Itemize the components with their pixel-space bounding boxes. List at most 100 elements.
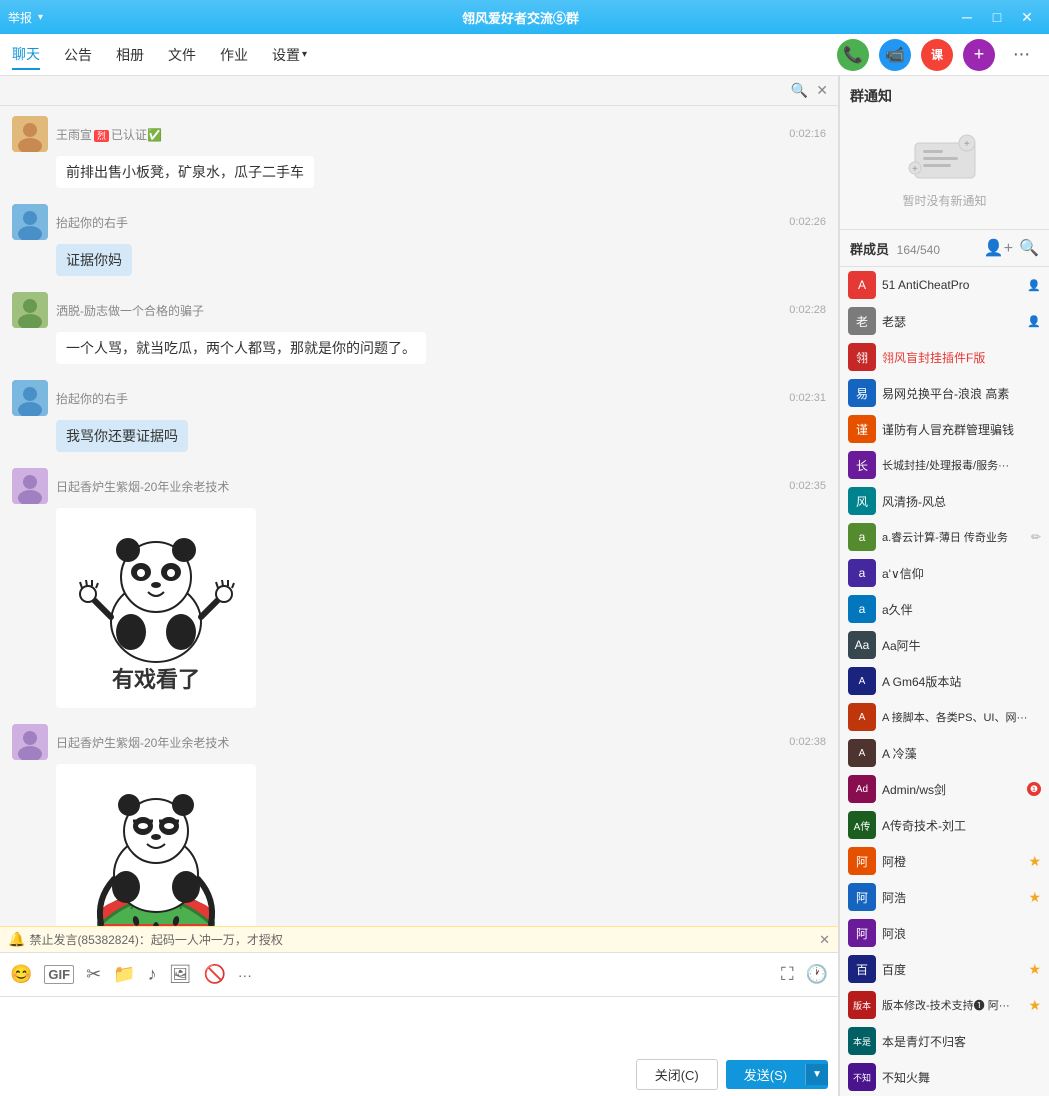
members-header: 群成员 164/540 👤+ 🔍	[840, 230, 1049, 267]
right-panel: 群通知 + + 暂时没有新通知	[839, 76, 1049, 1096]
report-arrow-icon[interactable]: ▾	[38, 12, 43, 23]
course-icon-btn[interactable]: 课	[921, 39, 953, 71]
folder-icon[interactable]: 📁	[113, 964, 135, 985]
notice-empty-icon: + +	[905, 128, 985, 188]
list-item[interactable]: 风 风清扬-风总	[840, 483, 1049, 519]
avatar	[12, 724, 48, 760]
list-item[interactable]: 易 易网兑换平台-浪浪 高素	[840, 375, 1049, 411]
add-member-icon[interactable]: 👤+	[984, 238, 1013, 258]
nav-items: 聊天 公告 相册 文件 作业 设置 ▾	[12, 40, 307, 70]
member-name: A 冷藻	[882, 745, 1041, 762]
minimize-button[interactable]: ─	[953, 5, 981, 29]
msg-header: 日起香炉生紫烟-20年业余老技术 0:02:38	[12, 724, 826, 760]
settings-arrow-icon: ▾	[302, 49, 307, 60]
msg-bubble: 一个人骂，就当吃瓜，两个人都骂，那就是你的问题了。	[56, 332, 426, 364]
list-item[interactable]: A传 A传奇技术-刘工	[840, 807, 1049, 843]
block-icon[interactable]: 🚫	[203, 964, 225, 985]
avatar: A	[848, 667, 876, 695]
more-toolbar-icon[interactable]: ···	[238, 967, 252, 983]
music-icon[interactable]: ♪	[148, 964, 157, 985]
restore-button[interactable]: □	[983, 5, 1011, 29]
msg-time: 0:02:31	[789, 392, 826, 404]
message-row: 日起香炉生紫烟-20年业余老技术 0:02:38	[12, 724, 826, 926]
list-item[interactable]: Ad Admin/ws剑 ❶	[840, 771, 1049, 807]
message-row: 抬起你的右手 0:02:31 我骂你还要证据吗	[12, 380, 826, 452]
msg-body: 我骂你还要证据吗	[56, 420, 826, 452]
msg-header: 洒脱-励志做一个合格的骗子 0:02:28	[12, 292, 826, 328]
nav-homework[interactable]: 作业	[220, 41, 248, 69]
msg-body	[56, 764, 826, 926]
member-edit-icon[interactable]: ✏	[1031, 530, 1041, 544]
search-message-icon[interactable]: 🔍	[787, 82, 812, 99]
member-name: a久伴	[882, 601, 1041, 618]
avatar: 不知	[848, 1063, 876, 1091]
avatar	[12, 292, 48, 328]
list-item[interactable]: 长 长城封挂/处理报毒/服务···	[840, 447, 1049, 483]
close-button[interactable]: ✕	[1013, 5, 1041, 29]
cut-icon[interactable]: ✂	[86, 964, 101, 985]
phone-icon-btn[interactable]: 📞	[837, 39, 869, 71]
report-label[interactable]: 举报	[8, 9, 32, 26]
avatar: 百	[848, 955, 876, 983]
send-arrow-button[interactable]: ▼	[805, 1064, 828, 1085]
message-row: 日起香炉生紫烟-20年业余老技术 0:02:35	[12, 468, 826, 708]
list-item[interactable]: 阿 阿橙 ★	[840, 843, 1049, 879]
member-name: 版本修改-技术支持❶ 阿···	[882, 997, 1022, 1013]
video-icon-btn[interactable]: 📹	[879, 39, 911, 71]
list-item[interactable]: a a.睿云计算-薄日 传奇业务 ✏	[840, 519, 1049, 555]
list-item[interactable]: 版本 版本修改-技术支持❶ 阿··· ★	[840, 987, 1049, 1023]
avatar: 谨	[848, 415, 876, 443]
member-name: 51 AntiCheatPro	[882, 278, 1021, 292]
member-star-icon: ★	[1028, 961, 1041, 978]
nav-album[interactable]: 相册	[116, 41, 144, 69]
list-item[interactable]: 阿 阿浪	[840, 915, 1049, 951]
avatar: A传	[848, 811, 876, 839]
nav-chat[interactable]: 聊天	[12, 40, 40, 70]
member-name: 不知火舞	[882, 1069, 1041, 1086]
avatar	[12, 204, 48, 240]
gif-icon[interactable]: GIF	[44, 965, 74, 984]
msg-sender: 抬起你的右手	[56, 390, 128, 407]
list-item[interactable]: 翎 翎风盲封挂插件F版	[840, 339, 1049, 375]
emoji-icon[interactable]: 😊	[10, 964, 32, 985]
msg-sender: 日起香炉生紫烟-20年业余老技术	[56, 734, 229, 751]
avatar: A	[848, 271, 876, 299]
member-name: A Gm64版本站	[882, 673, 1041, 690]
more-icon-btn[interactable]: ···	[1005, 39, 1037, 71]
notice-close-icon[interactable]: ✕	[819, 932, 830, 948]
avatar: a	[848, 559, 876, 587]
close-button[interactable]: 关闭(C)	[636, 1059, 718, 1090]
search-member-icon[interactable]: 🔍	[1019, 238, 1039, 258]
list-item[interactable]: A A 冷藻	[840, 735, 1049, 771]
list-item[interactable]: a a久伴	[840, 591, 1049, 627]
input-area: 关闭(C) 发送(S) ▼	[0, 996, 838, 1096]
list-item[interactable]: 阿 阿浩 ★	[840, 879, 1049, 915]
message-row: 王雨宣烈已认证✅ 0:02:16 前排出售小板凳，矿泉水，瓜子二手车	[12, 116, 826, 188]
avatar	[12, 380, 48, 416]
msg-time: 0:02:38	[789, 736, 826, 748]
list-item[interactable]: 不知 不知火舞	[840, 1059, 1049, 1095]
list-item[interactable]: 本是 本是青灯不归客	[840, 1023, 1049, 1059]
image-icon[interactable]: 🖼	[169, 964, 192, 985]
list-item[interactable]: a a'∨信仰	[840, 555, 1049, 591]
panda-watermelon-svg	[61, 769, 251, 926]
nav-settings[interactable]: 设置 ▾	[272, 41, 307, 69]
member-name: a'∨信仰	[882, 565, 1041, 582]
msg-body: 证据你妈	[56, 244, 826, 276]
clock-icon[interactable]: 🕐	[806, 964, 828, 985]
list-item[interactable]: A A 接脚本、各类PS、UI、网···	[840, 699, 1049, 735]
list-item[interactable]: 百 百度 ★	[840, 951, 1049, 987]
msg-header: 抬起你的右手 0:02:31	[12, 380, 826, 416]
nav-announce[interactable]: 公告	[64, 41, 92, 69]
expand-icon[interactable]: ⛶	[781, 964, 794, 985]
list-item[interactable]: 老 老瑟 👤	[840, 303, 1049, 339]
list-item[interactable]: 谨 谨防有人冒充群管理骗钱	[840, 411, 1049, 447]
add-icon-btn[interactable]: +	[963, 39, 995, 71]
nav-file[interactable]: 文件	[168, 41, 196, 69]
send-button[interactable]: 发送(S)	[726, 1060, 805, 1089]
list-item[interactable]: A A Gm64版本站	[840, 663, 1049, 699]
message-input[interactable]	[10, 1003, 828, 1055]
list-item[interactable]: A 51 AntiCheatPro 👤	[840, 267, 1049, 303]
close-message-icon[interactable]: ✕	[812, 82, 832, 99]
list-item[interactable]: Aa Aa阿牛	[840, 627, 1049, 663]
